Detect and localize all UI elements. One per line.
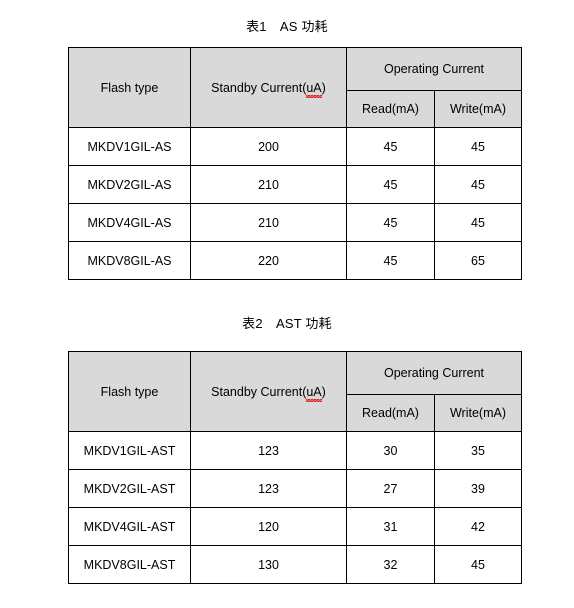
- ast-power-consumption-table: Flash type Standby Current(uA) Operating…: [68, 351, 522, 584]
- cell-read: 31: [346, 507, 435, 546]
- table-row: MKDV8GIL-AS 220 45 65: [68, 241, 522, 280]
- cell-read: 30: [346, 431, 435, 470]
- header-operating-current: Operating Current: [346, 47, 522, 91]
- cell-flash-type: MKDV1GIL-AS: [68, 127, 191, 166]
- table-row: MKDV4GIL-AST 120 31 42: [68, 507, 522, 546]
- header-standby-current-tail: ): [321, 384, 326, 399]
- cell-write: 45: [434, 127, 522, 166]
- table-2-caption: 表2 AST 功耗: [242, 316, 332, 331]
- cell-read: 45: [346, 127, 435, 166]
- cell-read: 45: [346, 203, 435, 242]
- cell-flash-type: MKDV8GIL-AST: [68, 545, 191, 584]
- table-row: MKDV8GIL-AST 130 32 45: [68, 545, 522, 584]
- cell-standby-current: 120: [190, 507, 347, 546]
- header-standby-current-tail: ): [321, 80, 326, 95]
- cell-read: 27: [346, 469, 435, 508]
- cell-flash-type: MKDV1GIL-AST: [68, 431, 191, 470]
- cell-read: 45: [346, 165, 435, 204]
- cell-write: 45: [434, 545, 522, 584]
- cell-write: 65: [434, 241, 522, 280]
- header-standby-current-text: Standby Current(: [211, 80, 307, 95]
- spellcheck-underlined-text: uA: [306, 80, 322, 98]
- table-header-row-primary: Flash type Standby Current(uA) Operating…: [68, 47, 522, 128]
- header-write-ma: Write(mA): [434, 90, 522, 128]
- table-1-body: MKDV1GIL-AS 200 45 45 MKDV2GIL-AS 210 45…: [68, 127, 522, 280]
- cell-standby-current: 220: [190, 241, 347, 280]
- header-standby-current: Standby Current(uA): [190, 47, 347, 128]
- table-2-header: Flash type Standby Current(uA) Operating…: [68, 351, 522, 432]
- cell-flash-type: MKDV4GIL-AS: [68, 203, 191, 242]
- header-flash-type: Flash type: [68, 47, 191, 128]
- table-row: MKDV4GIL-AS 210 45 45: [68, 203, 522, 242]
- header-read-ma: Read(mA): [346, 90, 435, 128]
- cell-write: 42: [434, 507, 522, 546]
- cell-flash-type: MKDV2GIL-AST: [68, 469, 191, 508]
- cell-standby-current: 210: [190, 165, 347, 204]
- cell-standby-current: 210: [190, 203, 347, 242]
- cell-read: 45: [346, 241, 435, 280]
- cell-standby-current: 123: [190, 431, 347, 470]
- cell-standby-current: 200: [190, 127, 347, 166]
- table-row: MKDV1GIL-AS 200 45 45: [68, 127, 522, 166]
- header-standby-current-text: Standby Current(: [211, 384, 307, 399]
- cell-standby-current: 123: [190, 469, 347, 508]
- spellcheck-underlined-text: uA: [306, 384, 322, 402]
- header-flash-type: Flash type: [68, 351, 191, 432]
- table-1-header: Flash type Standby Current(uA) Operating…: [68, 47, 522, 128]
- table-1-caption: 表1 AS 功耗: [246, 19, 328, 34]
- cell-flash-type: MKDV8GIL-AS: [68, 241, 191, 280]
- header-standby-current: Standby Current(uA): [190, 351, 347, 432]
- table-row: MKDV2GIL-AST 123 27 39: [68, 469, 522, 508]
- cell-standby-current: 130: [190, 545, 347, 584]
- table-row: MKDV2GIL-AS 210 45 45: [68, 165, 522, 204]
- cell-flash-type: MKDV2GIL-AS: [68, 165, 191, 204]
- table-2-body: MKDV1GIL-AST 123 30 35 MKDV2GIL-AST 123 …: [68, 431, 522, 584]
- document-page: 表1 AS 功耗 Flash type Standby Current(uA) …: [0, 0, 574, 608]
- header-operating-current: Operating Current: [346, 351, 522, 395]
- cell-write: 35: [434, 431, 522, 470]
- cell-read: 32: [346, 545, 435, 584]
- as-power-consumption-table: Flash type Standby Current(uA) Operating…: [68, 47, 522, 280]
- table-row: MKDV1GIL-AST 123 30 35: [68, 431, 522, 470]
- cell-write: 45: [434, 203, 522, 242]
- header-write-ma: Write(mA): [434, 394, 522, 432]
- cell-flash-type: MKDV4GIL-AST: [68, 507, 191, 546]
- cell-write: 39: [434, 469, 522, 508]
- header-read-ma: Read(mA): [346, 394, 435, 432]
- cell-write: 45: [434, 165, 522, 204]
- table-header-row-primary: Flash type Standby Current(uA) Operating…: [68, 351, 522, 432]
